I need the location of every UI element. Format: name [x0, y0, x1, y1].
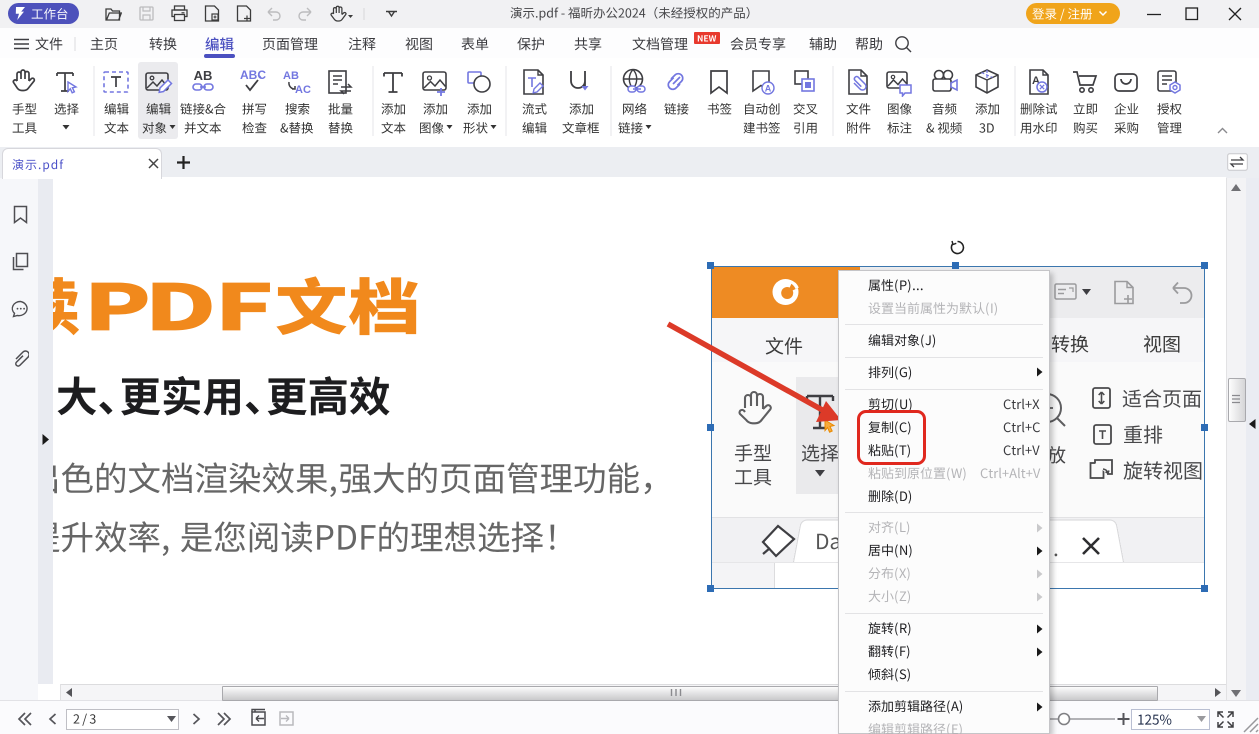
svg-text:A: A: [765, 84, 772, 94]
svg-text:AB: AB: [194, 68, 213, 83]
svg-text:AC: AC: [295, 84, 311, 96]
svg-text:AB: AB: [283, 70, 299, 82]
svg-text:ABC: ABC: [240, 68, 266, 82]
